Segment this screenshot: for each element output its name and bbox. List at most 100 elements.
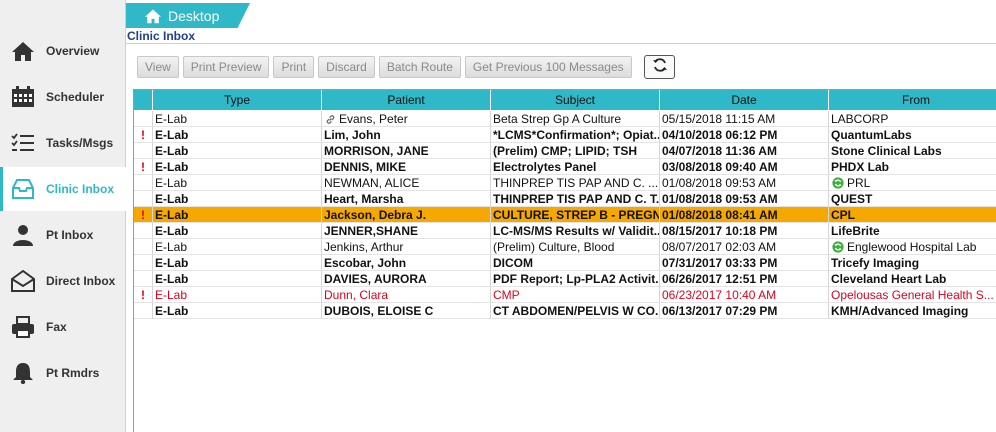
patient-name: Jenkins, Arthur: [324, 240, 404, 254]
cell-from: QUEST: [829, 191, 996, 207]
table-row[interactable]: E-Lab DUBOIS, ELOISE C CT ABDOMEN/PELVIS W…: [134, 303, 996, 319]
priority-flag: !: [134, 287, 153, 303]
table-row[interactable]: E-Lab Evans, Peter Beta Strep Gp A Culture…: [134, 111, 996, 127]
header-patient[interactable]: Patient: [322, 90, 491, 110]
cell-type: E-Lab: [153, 175, 322, 191]
header-subject[interactable]: Subject: [491, 90, 660, 110]
cell-patient: MORRISON, JANE: [322, 143, 491, 159]
table-row[interactable]: ! E-Lab DENNIS, MIKE Electrolytes Panel 03/0…: [134, 159, 996, 175]
cell-date: 01/08/2018 09:53 AM: [660, 191, 829, 207]
sidebar-item-label: Tasks/Msgs: [46, 136, 114, 150]
view-button[interactable]: View: [137, 56, 179, 78]
sidebar-item-overview[interactable]: Overview: [0, 29, 126, 73]
priority-flag: [134, 239, 153, 255]
green-refresh-icon: [832, 241, 844, 254]
sidebar-item-label: Pt Inbox: [46, 228, 94, 242]
cell-subject: Beta Strep Gp A Culture: [491, 111, 660, 127]
cell-date: 06/26/2017 12:51 PM: [660, 271, 829, 287]
patient-name: Escobar, John: [324, 256, 407, 270]
cell-date: 07/31/2017 03:33 PM: [660, 255, 829, 271]
cell-date: 05/15/2018 11:15 AM: [660, 111, 829, 127]
cell-date: 06/23/2017 10:40 AM: [660, 287, 829, 303]
table-row[interactable]: E-Lab Heart, Marsha THINPREP TIS PAP AND C…: [134, 191, 996, 207]
get-previous-messages-button[interactable]: Get Previous 100 Messages: [464, 56, 632, 78]
sidebar-item-label: Direct Inbox: [46, 274, 116, 288]
from-source: PHDX Lab: [831, 160, 890, 174]
cell-type: E-Lab: [153, 223, 322, 239]
priority-flag: [134, 175, 153, 191]
header-date[interactable]: Date: [660, 90, 829, 110]
home-icon: [0, 29, 46, 73]
header-from[interactable]: From: [829, 90, 996, 110]
sidebar-nav: Overview Scheduler Tasks/Msgs Clinic Inb…: [0, 0, 126, 432]
priority-flag: [134, 191, 153, 207]
cell-type: E-Lab: [153, 127, 322, 143]
from-source: Englewood Hospital Lab: [847, 240, 977, 254]
patient-name: JENNER,SHANE: [324, 224, 419, 238]
table-row[interactable]: E-Lab JENNER,SHANE LC-MS/MS Results w/ Val…: [134, 223, 996, 239]
patient-name: Heart, Marsha: [324, 192, 404, 206]
discard-button[interactable]: Discard: [318, 56, 375, 78]
sidebar-item-pt-rmdrs[interactable]: Pt Rmdrs: [0, 351, 126, 395]
sidebar-item-clinic-inbox[interactable]: Clinic Inbox: [0, 167, 126, 211]
print-button[interactable]: Print: [273, 56, 315, 78]
table-row[interactable]: E-Lab Jenkins, Arthur (Prelim) Culture, Bl…: [134, 239, 996, 255]
cell-type: E-Lab: [153, 303, 322, 319]
cell-from: Stone Clinical Labs: [829, 143, 996, 159]
sidebar-item-pt-inbox[interactable]: Pt Inbox: [0, 213, 126, 257]
cell-type: E-Lab: [153, 207, 322, 223]
cell-patient: Evans, Peter: [322, 111, 491, 127]
cell-type: E-Lab: [153, 271, 322, 287]
refresh-button[interactable]: [644, 55, 675, 79]
from-source: LABCORP: [831, 112, 889, 126]
cell-from: QuantumLabs: [829, 127, 996, 143]
cell-subject: CULTURE, STREP B - PREGN...: [491, 207, 660, 223]
table-row[interactable]: E-Lab NEWMAN, ALICE THINPREP TIS PAP AND C…: [134, 175, 996, 191]
priority-flag: [134, 223, 153, 239]
table-row[interactable]: E-Lab DAVIES, AURORA PDF Report; Lp-PLA2 A…: [134, 271, 996, 287]
divider: [126, 43, 996, 44]
cell-from: Cleveland Heart Lab: [829, 271, 996, 287]
from-source: Tricefy Imaging: [831, 256, 920, 270]
cell-patient: Jenkins, Arthur: [322, 239, 491, 255]
cell-date: 06/13/2017 07:29 PM: [660, 303, 829, 319]
sidebar-item-tasks-msgs[interactable]: Tasks/Msgs: [0, 121, 126, 165]
sidebar-item-label: Overview: [46, 44, 100, 58]
cell-type: E-Lab: [153, 111, 322, 127]
table-row[interactable]: E-Lab Escobar, John DICOM 07/31/2017 03:33 …: [134, 255, 996, 271]
sidebar-item-direct-inbox[interactable]: Direct Inbox: [0, 259, 126, 303]
cell-subject: THINPREP TIS PAP AND C. ...: [491, 175, 660, 191]
cell-patient: NEWMAN, ALICE: [322, 175, 491, 191]
sidebar-item-scheduler[interactable]: Scheduler: [0, 75, 126, 119]
priority-flag: !: [134, 207, 153, 223]
header-type[interactable]: Type: [153, 90, 322, 110]
table-row[interactable]: ! E-Lab Dunn, Clara CMP 06/23/2017 10:40 AM O…: [134, 287, 996, 303]
from-source: CPL: [831, 208, 855, 222]
batch-route-button[interactable]: Batch Route: [378, 56, 461, 78]
cell-date: 04/07/2018 11:36 AM: [660, 143, 829, 159]
cell-from: Tricefy Imaging: [829, 255, 996, 271]
from-source: PRL: [847, 176, 871, 190]
cell-patient: Lim, John: [322, 127, 491, 143]
priority-flag: [134, 111, 153, 127]
cell-subject: DICOM: [491, 255, 660, 271]
sidebar-item-fax[interactable]: Fax: [0, 305, 126, 349]
cell-type: E-Lab: [153, 159, 322, 175]
calendar-icon: [0, 75, 46, 119]
cell-date: 08/15/2017 10:18 PM: [660, 223, 829, 239]
cell-patient: JENNER,SHANE: [322, 223, 491, 239]
cell-subject: *LCMS*Confirmation*; Opiat...: [491, 127, 660, 143]
header-flag: [134, 90, 153, 110]
cell-from: LABCORP: [829, 111, 996, 127]
cell-date: 03/08/2018 09:40 AM: [660, 159, 829, 175]
tab-desktop[interactable]: Desktop: [126, 3, 250, 28]
patient-name: DUBOIS, ELOISE C: [324, 304, 434, 318]
table-row[interactable]: ! E-Lab Jackson, Debra J. CULTURE, STREP B …: [134, 207, 996, 223]
cell-from: Opelousas General Health S...: [829, 287, 996, 303]
from-source: Cleveland Heart Lab: [831, 272, 947, 286]
sidebar-item-label: Clinic Inbox: [46, 182, 115, 196]
table-row[interactable]: ! E-Lab Lim, John *LCMS*Confirmation*; Opia…: [134, 127, 996, 143]
print-preview-button[interactable]: Print Preview: [182, 56, 270, 78]
table-row[interactable]: E-Lab MORRISON, JANE (Prelim) CMP; LIPID; …: [134, 143, 996, 159]
cell-patient: Heart, Marsha: [322, 191, 491, 207]
